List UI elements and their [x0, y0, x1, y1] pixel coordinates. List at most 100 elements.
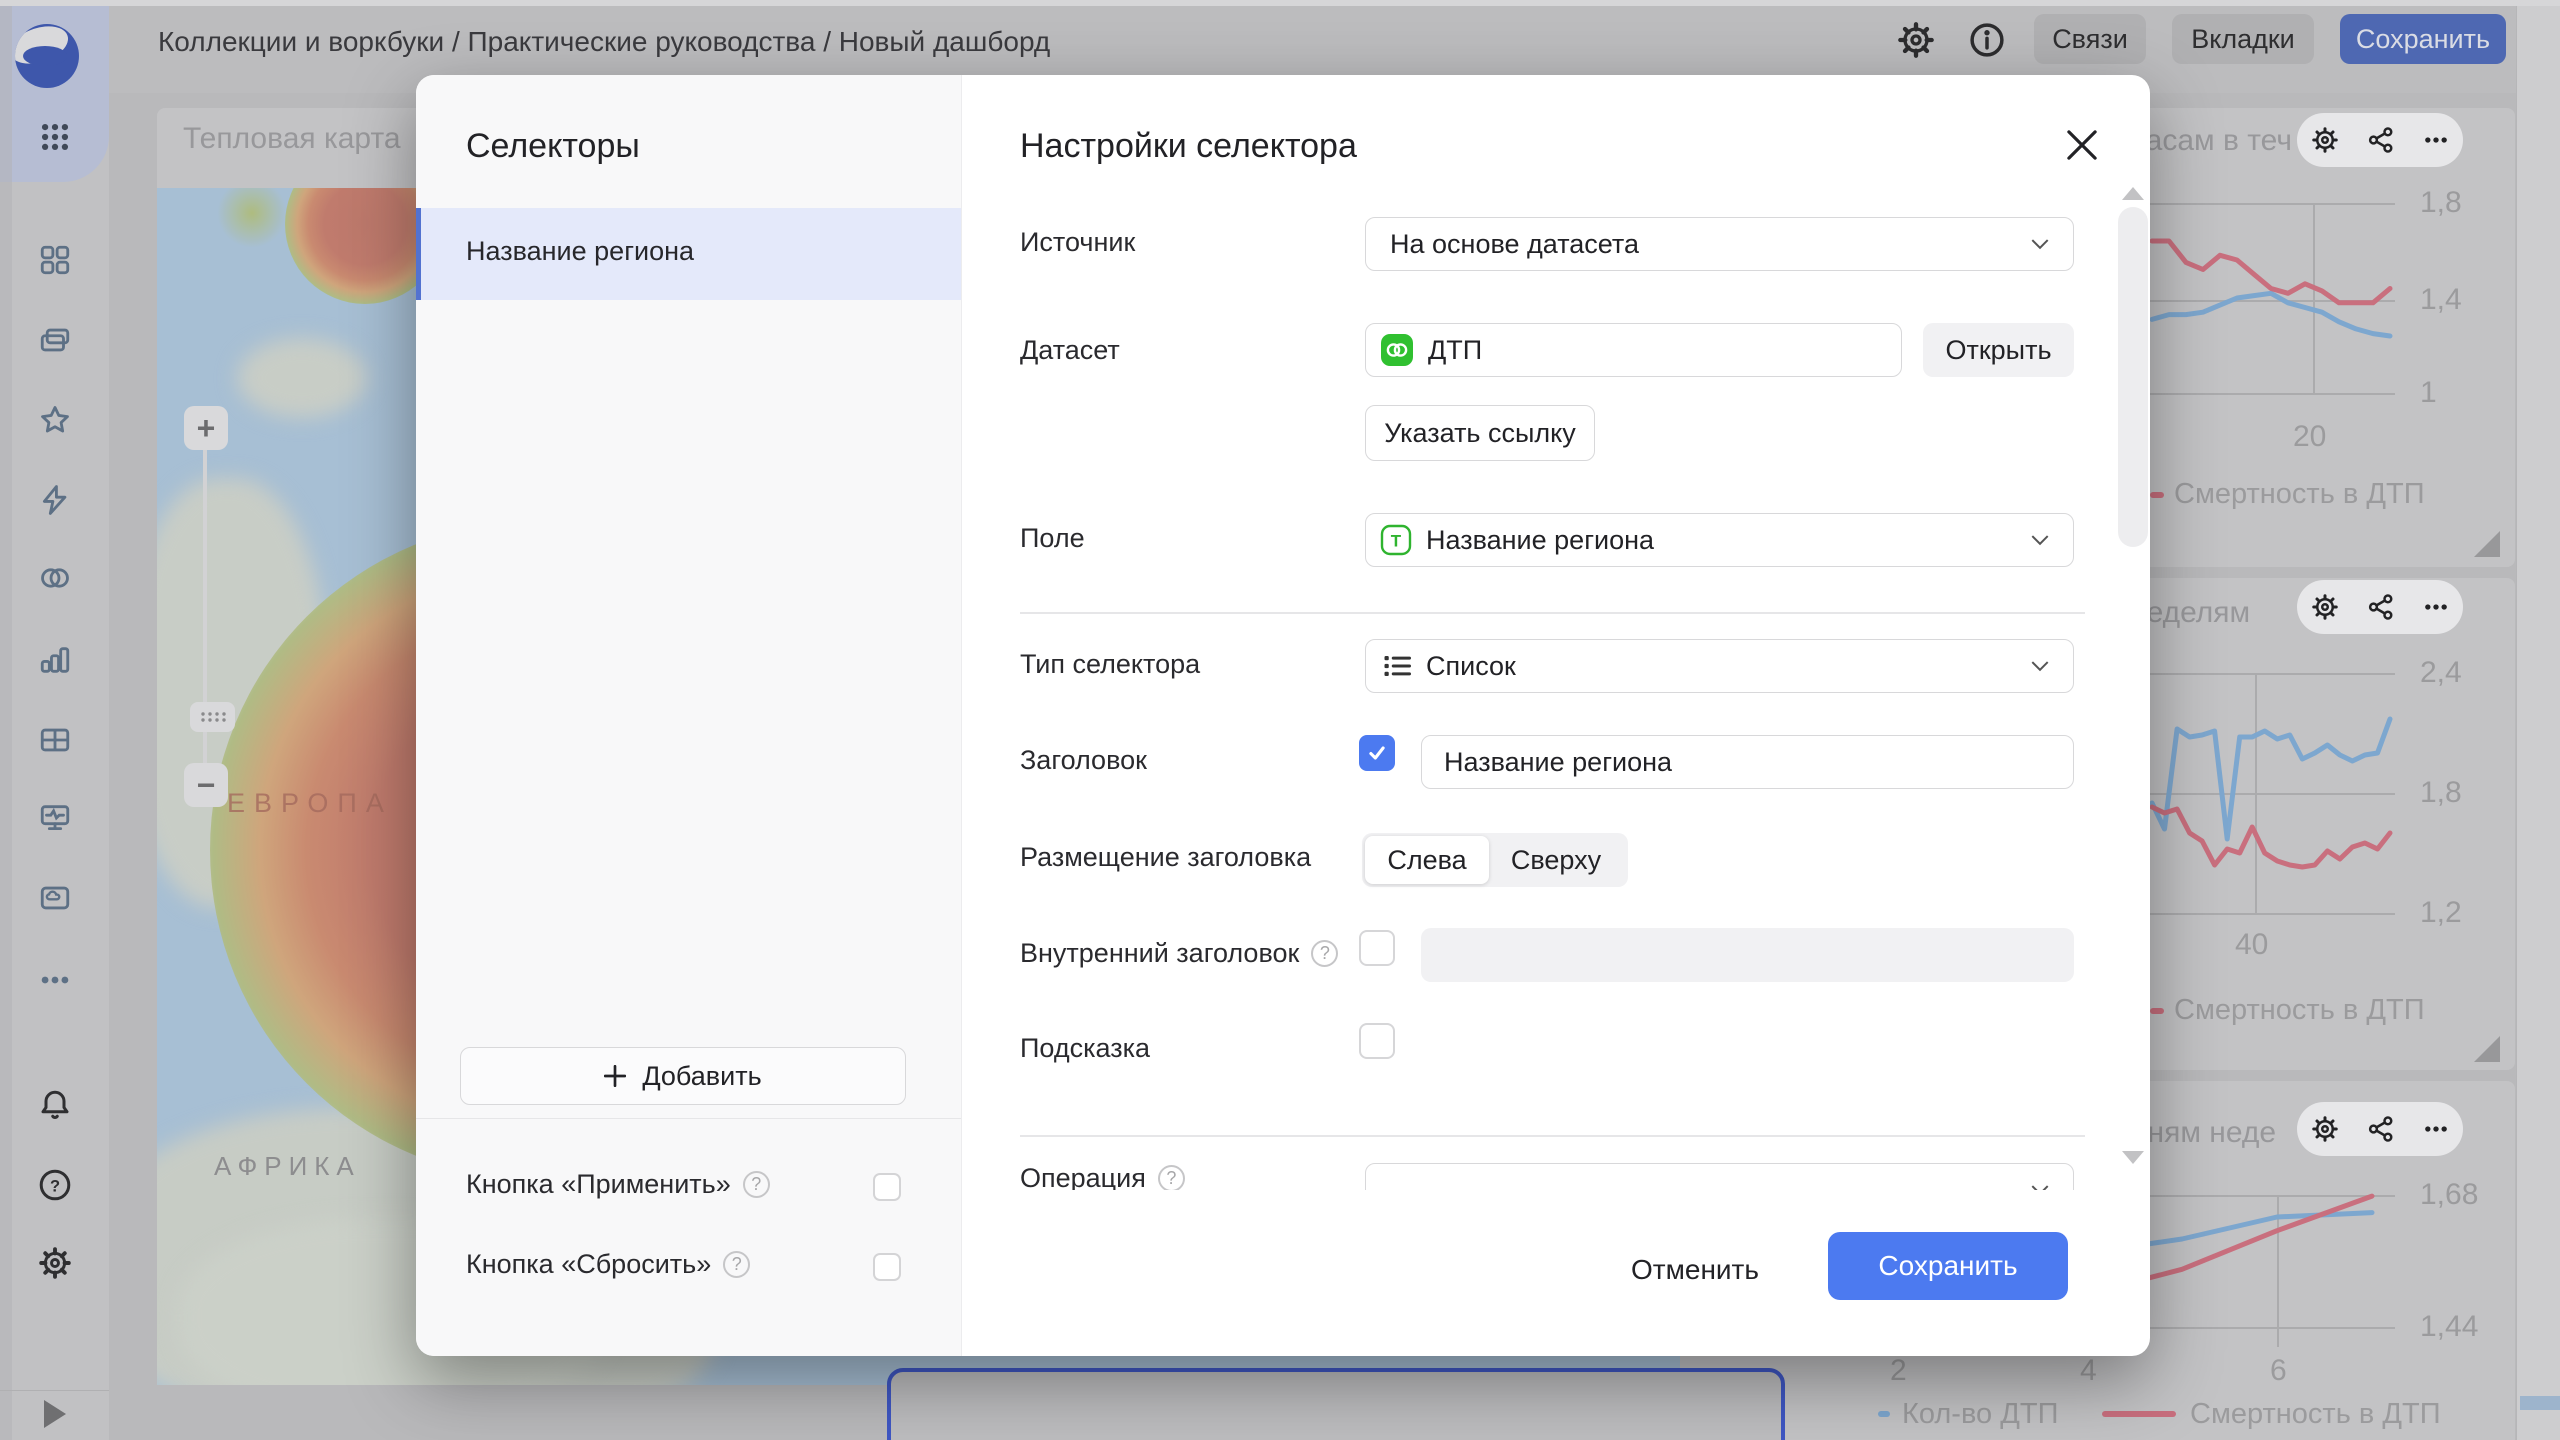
map-label-africa: АФРИКА: [214, 1151, 361, 1182]
chart-more-icon[interactable]: [2422, 593, 2450, 621]
field-type-text-icon: T: [1380, 524, 1412, 556]
help-icon[interactable]: ?: [1158, 1165, 1185, 1190]
chart-share-icon[interactable]: [2366, 1114, 2396, 1144]
help-icon[interactable]: ?: [1311, 940, 1338, 967]
legend-mark-red: [2150, 1008, 2164, 1014]
sidebar-item-tiles-icon[interactable]: [38, 243, 72, 277]
map-zoom-in-button[interactable]: +: [184, 406, 228, 450]
sidebar-item-collections-icon[interactable]: [38, 323, 72, 357]
apps-grid-icon[interactable]: [38, 120, 72, 154]
chevron-down-icon: [2031, 535, 2049, 546]
cancel-button[interactable]: Отменить: [1615, 1248, 1775, 1292]
placement-option-top[interactable]: Сверху: [1489, 836, 1623, 884]
dataset-input[interactable]: ДТП: [1365, 323, 1902, 377]
dataset-link-button[interactable]: Указать ссылку: [1365, 405, 1595, 461]
selector-list-item-label: Название региона: [466, 236, 694, 267]
sidebar-expand-icon[interactable]: [44, 1400, 66, 1428]
reset-button-checkbox[interactable]: [873, 1253, 901, 1281]
help-icon[interactable]: ?: [723, 1251, 750, 1278]
resize-handle[interactable]: [2474, 531, 2500, 557]
add-selector-button[interactable]: Добавить: [460, 1047, 906, 1105]
title-placement-label: Размещение заголовка: [1020, 842, 1311, 873]
chart-share-icon[interactable]: [2366, 125, 2396, 155]
header-gear-icon[interactable]: [1896, 20, 1936, 60]
breadcrumb[interactable]: Коллекции и воркбуки / Практические руко…: [158, 26, 1050, 58]
placement-left-label: Слева: [1387, 845, 1466, 876]
scroll-strip-chart-fragment: [2520, 1396, 2560, 1410]
inner-title-label: Внутренний заголовок ?: [1020, 938, 1338, 969]
title-checkbox[interactable]: [1359, 735, 1395, 771]
header-save-button[interactable]: Сохранить: [2340, 14, 2506, 64]
map-zoom-handle[interactable]: [190, 702, 235, 732]
legend-mark-blue: [1878, 1411, 1890, 1417]
inner-title-checkbox[interactable]: [1359, 930, 1395, 966]
dataset-open-button[interactable]: Открыть: [1923, 323, 2074, 377]
chart-more-icon[interactable]: [2422, 1115, 2450, 1143]
logo-lens-core: [23, 46, 67, 66]
page-scrollbar[interactable]: [2516, 6, 2560, 1440]
x-tick: 40: [2235, 928, 2268, 962]
sidebar-item-datasets-icon[interactable]: [38, 561, 72, 595]
title-input[interactable]: [1421, 735, 2074, 789]
apply-button-checkbox[interactable]: [873, 1173, 901, 1201]
sidebar-item-more-icon[interactable]: [38, 963, 72, 997]
chart-gear-icon[interactable]: [2310, 125, 2340, 155]
legend-label[interactable]: Кол-во ДТП: [1902, 1398, 2058, 1431]
hint-label: Подсказка: [1020, 1033, 1150, 1064]
selector-type-value: Список: [1426, 651, 2031, 682]
add-selector-button-label: Добавить: [642, 1061, 761, 1092]
tab-heatmap[interactable]: Тепловая карта: [183, 122, 401, 156]
sidebar-item-storage-icon[interactable]: [38, 881, 72, 915]
x-tick: 6: [2270, 1354, 2287, 1388]
reset-button-label: Кнопка «Сбросить» ?: [466, 1249, 750, 1280]
resize-handle[interactable]: [2474, 1036, 2500, 1062]
links-button-label: Связи: [2052, 24, 2128, 55]
sidebar-item-dashboards-icon[interactable]: [38, 723, 72, 757]
legend-label[interactable]: Смертность в ДТП: [2174, 478, 2425, 511]
sidebar-item-monitoring-icon[interactable]: [38, 801, 72, 835]
field-value: Название региона: [1426, 525, 2031, 556]
heatmap-blob-dot: [217, 188, 287, 248]
sidebar-item-favorites-icon[interactable]: [38, 403, 72, 437]
link-button-label: Указать ссылку: [1384, 418, 1576, 449]
checkmark-icon: [1367, 743, 1387, 763]
map-zoom-out-button[interactable]: −: [184, 763, 228, 807]
settings-panel-title: Настройки селектора: [1020, 127, 1357, 166]
modal-scrollbar-thumb[interactable]: [2118, 207, 2148, 547]
sidebar-item-charts-icon[interactable]: [38, 643, 72, 677]
selector-type-select[interactable]: Список: [1365, 639, 2074, 693]
help-icon[interactable]: ?: [37, 1167, 73, 1203]
tabs-button[interactable]: Вкладки: [2172, 14, 2314, 64]
field-label: Поле: [1020, 523, 1085, 554]
scroll-down-arrow[interactable]: [2122, 1151, 2144, 1164]
hint-checkbox[interactable]: [1359, 1023, 1395, 1059]
settings-form: Источник На основе датасета Датасет ДТП …: [961, 190, 2150, 1190]
selector-list-item[interactable]: Название региона: [416, 208, 961, 300]
map-label-europe: ЕВРОПА: [227, 788, 393, 819]
source-select[interactable]: На основе датасета: [1365, 217, 2074, 271]
chart-gear-icon[interactable]: [2310, 1114, 2340, 1144]
y-tick: 1,2: [2420, 896, 2462, 930]
inner-title-input-disabled: [1421, 928, 2074, 982]
help-icon[interactable]: ?: [743, 1171, 770, 1198]
save-button[interactable]: Сохранить: [1828, 1232, 2068, 1300]
placement-option-left[interactable]: Слева: [1365, 836, 1489, 884]
operation-label: Операция ?: [1020, 1163, 1185, 1190]
sidebar-item-editor-icon[interactable]: [38, 483, 72, 517]
datalens-logo[interactable]: [15, 24, 79, 88]
notifications-bell-icon[interactable]: [37, 1087, 73, 1123]
region-selector-widget[interactable]: [887, 1368, 1785, 1440]
close-icon[interactable]: [2066, 129, 2098, 161]
screen: Коллекции и воркбуки / Практические руко…: [0, 0, 2560, 1440]
form-divider: [1020, 612, 2085, 614]
chart-more-icon[interactable]: [2422, 126, 2450, 154]
scroll-up-arrow[interactable]: [2122, 187, 2144, 200]
legend-label[interactable]: Смертность в ДТП: [2190, 1398, 2441, 1431]
settings-gear-icon[interactable]: [37, 1245, 73, 1281]
field-select[interactable]: T Название региона: [1365, 513, 2074, 567]
sidebar-divider: [0, 1390, 109, 1391]
header-info-icon[interactable]: [1968, 21, 2006, 59]
legend-label[interactable]: Смертность в ДТП: [2174, 994, 2425, 1027]
operation-select[interactable]: [1365, 1163, 2074, 1190]
links-button[interactable]: Связи: [2034, 14, 2146, 64]
